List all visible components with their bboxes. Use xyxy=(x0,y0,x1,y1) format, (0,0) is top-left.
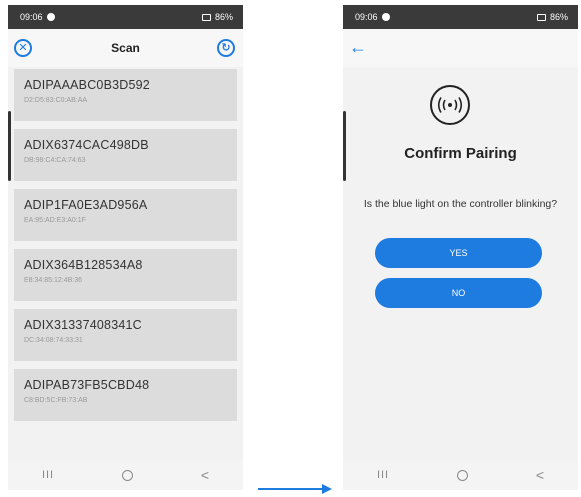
status-bar: 09:06 86% xyxy=(8,5,243,29)
device-item[interactable]: ADIP1FA0E3AD956A EA:95:AD:E3:A0:1F xyxy=(14,189,237,241)
device-item[interactable]: ADIPAAABC0B3D592 D2:D5:83:C0:AB:AA xyxy=(14,69,237,121)
recents-button[interactable]: III xyxy=(377,469,389,481)
signal-status-icon xyxy=(201,13,211,21)
figure-canvas: 09:06 86% ✕ Scan ↻ ADIPAAABC0B3D592 D2:D… xyxy=(0,0,581,497)
device-name: ADIPAAABC0B3D592 xyxy=(24,78,150,92)
home-button[interactable] xyxy=(456,469,468,481)
confirm-pairing-screen: 09:06 86% ← Confirm Pairing Is the blue … xyxy=(343,5,578,490)
device-mac: C8:BD:5C:FB:73:AB xyxy=(24,397,88,404)
scan-header: ✕ Scan ↻ xyxy=(8,29,243,67)
close-circle-icon[interactable]: ✕ xyxy=(14,39,32,57)
no-button[interactable]: NO xyxy=(375,278,542,308)
recents-button[interactable]: III xyxy=(42,469,54,481)
wireless-signal-icon xyxy=(430,85,470,125)
device-mac: E8:34:85:12:4B:36 xyxy=(24,277,82,284)
status-time: 09:06 xyxy=(355,12,378,22)
signal-status-icon xyxy=(536,13,546,21)
page-title: Scan xyxy=(111,41,140,55)
device-name: ADIX31337408341C xyxy=(24,318,142,332)
back-button[interactable]: < xyxy=(201,467,209,483)
status-battery: 86% xyxy=(549,12,568,22)
device-list: ADIPAAABC0B3D592 D2:D5:83:C0:AB:AA ADIX6… xyxy=(14,69,237,429)
refresh-icon[interactable]: ↻ xyxy=(217,39,235,57)
device-name: ADIX364B128534A8 xyxy=(24,258,143,272)
notification-icon xyxy=(46,13,55,21)
system-nav-bar: III < xyxy=(343,460,578,490)
device-name: ADIP1FA0E3AD956A xyxy=(24,198,148,212)
confirm-title: Confirm Pairing xyxy=(404,145,517,162)
device-name: ADIPAB73FB5CBD48 xyxy=(24,378,150,392)
scroll-handle[interactable] xyxy=(8,111,11,181)
device-item[interactable]: ADIX6374CAC498DB DB:98:C4:CA:74:63 xyxy=(14,129,237,181)
pairing-header: ← xyxy=(343,29,578,67)
pairing-question: Is the blue light on the controller blin… xyxy=(363,198,558,210)
status-battery: 86% xyxy=(214,12,233,22)
scan-screen: 09:06 86% ✕ Scan ↻ ADIPAAABC0B3D592 D2:D… xyxy=(8,5,243,490)
flow-arrow-icon xyxy=(258,484,332,494)
home-button[interactable] xyxy=(121,469,133,481)
notification-icon xyxy=(381,13,390,21)
device-name: ADIX6374CAC498DB xyxy=(24,138,149,152)
device-mac: D2:D5:83:C0:AB:AA xyxy=(24,97,88,104)
back-button[interactable]: < xyxy=(536,467,544,483)
status-time: 09:06 xyxy=(20,12,43,22)
yes-button[interactable]: YES xyxy=(375,238,542,268)
device-mac: DB:98:C4:CA:74:63 xyxy=(24,157,86,164)
device-item[interactable]: ADIX31337408341C DC:34:08:74:33:31 xyxy=(14,309,237,361)
system-nav-bar: III < xyxy=(8,460,243,490)
device-item[interactable]: ADIX364B128534A8 E8:34:85:12:4B:36 xyxy=(14,249,237,301)
status-bar: 09:06 86% xyxy=(343,5,578,29)
device-mac: DC:34:08:74:33:31 xyxy=(24,337,83,344)
device-mac: EA:95:AD:E3:A0:1F xyxy=(24,217,86,224)
back-arrow-icon[interactable]: ← xyxy=(349,38,367,56)
device-item[interactable]: ADIPAB73FB5CBD48 C8:BD:5C:FB:73:AB xyxy=(14,369,237,421)
scroll-handle[interactable] xyxy=(343,111,346,181)
